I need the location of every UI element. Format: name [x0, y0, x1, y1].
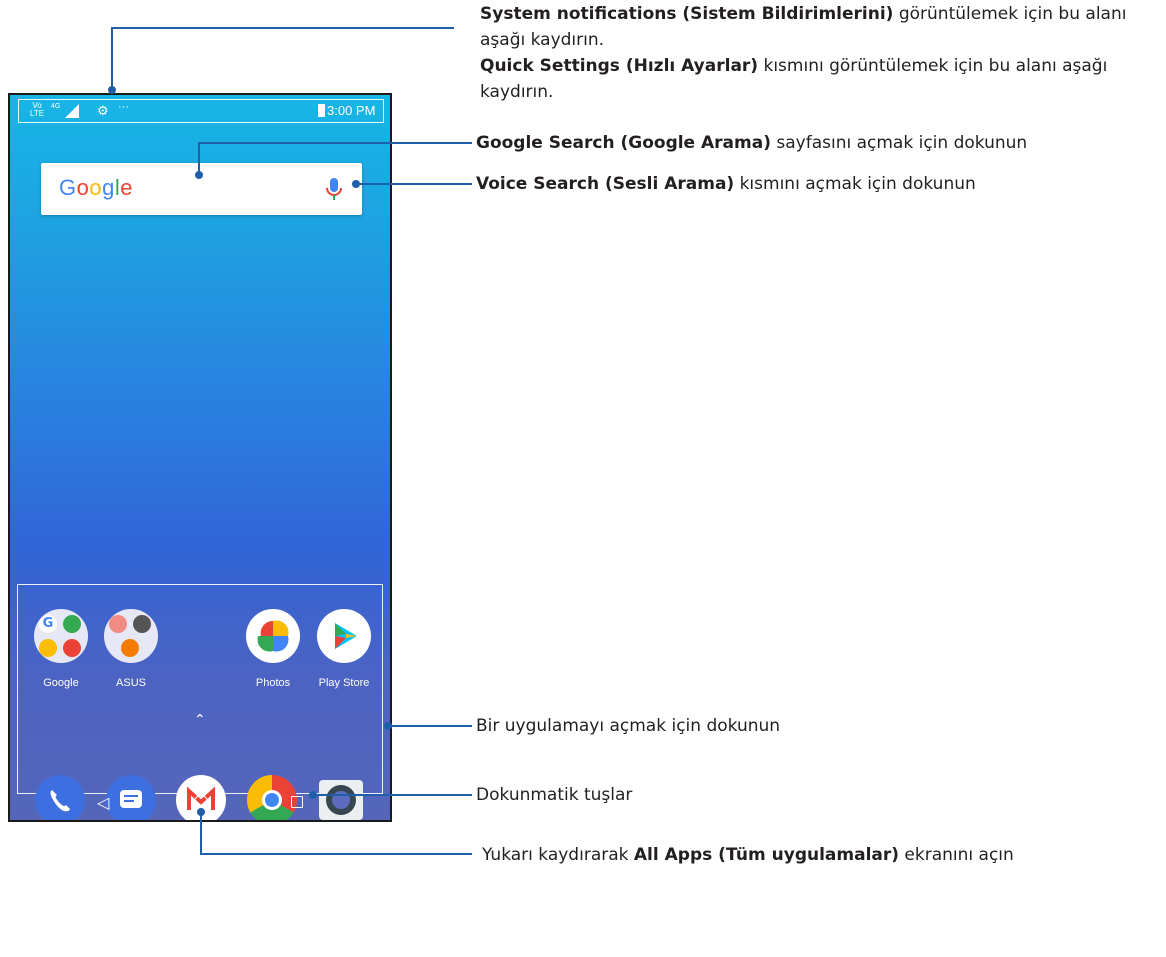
caption-text: ekranını açın — [899, 845, 1014, 865]
caption-text: Dokunmatik tuşlar — [476, 785, 633, 805]
google-folder-icon: G — [34, 609, 88, 663]
battery-icon — [318, 104, 325, 117]
callout-line — [388, 725, 472, 727]
callout-dot — [384, 722, 392, 730]
signal-icon — [65, 104, 79, 118]
back-icon[interactable]: ◁ — [97, 793, 109, 812]
app-play-store[interactable]: Play Store — [316, 609, 372, 689]
app-label: ASUS — [116, 677, 146, 689]
home-icon[interactable] — [194, 795, 208, 809]
caption-notifications: System notifications (Sistem Bildirimler… — [480, 1, 1160, 105]
callout-dot — [352, 180, 360, 188]
status-bar[interactable]: Vo LTE 4G ⚙ ··· 3:00 PM — [18, 99, 384, 123]
google-search-bar[interactable]: Google — [41, 163, 362, 215]
caption-text: kısmını açmak için dokunun — [734, 174, 976, 194]
callout-line — [111, 27, 113, 89]
caption-google-search: Google Search (Google Arama) sayfasını a… — [476, 130, 1156, 156]
play-store-icon — [317, 609, 371, 663]
photos-icon — [246, 609, 300, 663]
gear-icon: ⚙ — [97, 103, 109, 118]
callout-line — [314, 794, 472, 796]
chevron-up-icon[interactable]: ⌃ — [194, 712, 206, 728]
caption-bold: Google Search (Google Arama) — [476, 133, 771, 153]
caption-text: sayfasını açmak için dokunun — [770, 133, 1028, 153]
network-type: 4G — [51, 103, 61, 110]
phone-screen: VoLTE 4G ⚙ ··· 3:00 PM Google G Google — [8, 93, 392, 822]
mic-icon[interactable] — [323, 177, 345, 203]
callout-line — [198, 142, 472, 144]
callout-dot — [309, 791, 317, 799]
callout-dot — [108, 86, 116, 94]
caption-bold: System notifications (Sistem Bildirimler… — [480, 4, 894, 24]
caption-text: Yukarı kaydırarak — [482, 845, 634, 865]
callout-line — [200, 812, 202, 855]
callout-line — [111, 27, 454, 29]
google-logo: Google — [59, 175, 134, 200]
callout-dot — [195, 171, 203, 179]
caption-voice-search: Voice Search (Sesli Arama) kısmını açmak… — [476, 171, 1156, 197]
caption-bold: Voice Search (Sesli Arama) — [476, 174, 735, 194]
caption-bold: All Apps (Tüm uygulamalar) — [633, 845, 900, 865]
caption-touch-keys: Dokunmatik tuşlar — [476, 782, 1156, 808]
caption-text: Bir uygulamayı açmak için dokunun — [476, 716, 781, 736]
app-asus[interactable]: ASUS — [103, 609, 159, 689]
app-label: Photos — [255, 677, 291, 689]
recent-apps-icon[interactable] — [291, 796, 303, 808]
caption-all-apps: Yukarı kaydırarak All Apps (Tüm uygulama… — [482, 842, 1162, 868]
app-google[interactable]: G Google — [33, 609, 89, 689]
app-photos[interactable]: Photos — [245, 609, 301, 689]
caption-bold: Quick Settings (Hızlı Ayarlar) — [480, 56, 759, 76]
callout-dot — [197, 808, 205, 816]
app-label: Play Store — [318, 677, 370, 689]
caption-apps: Bir uygulamayı açmak için dokunun — [476, 713, 1156, 739]
more-icon: ··· — [118, 101, 129, 113]
app-label: Google — [43, 677, 79, 689]
callout-line — [357, 183, 472, 185]
status-time: 3:00 PM — [327, 103, 376, 118]
asus-folder-icon — [104, 609, 158, 663]
callout-line — [200, 853, 472, 855]
volte-icon: Vo LTE — [30, 101, 45, 118]
